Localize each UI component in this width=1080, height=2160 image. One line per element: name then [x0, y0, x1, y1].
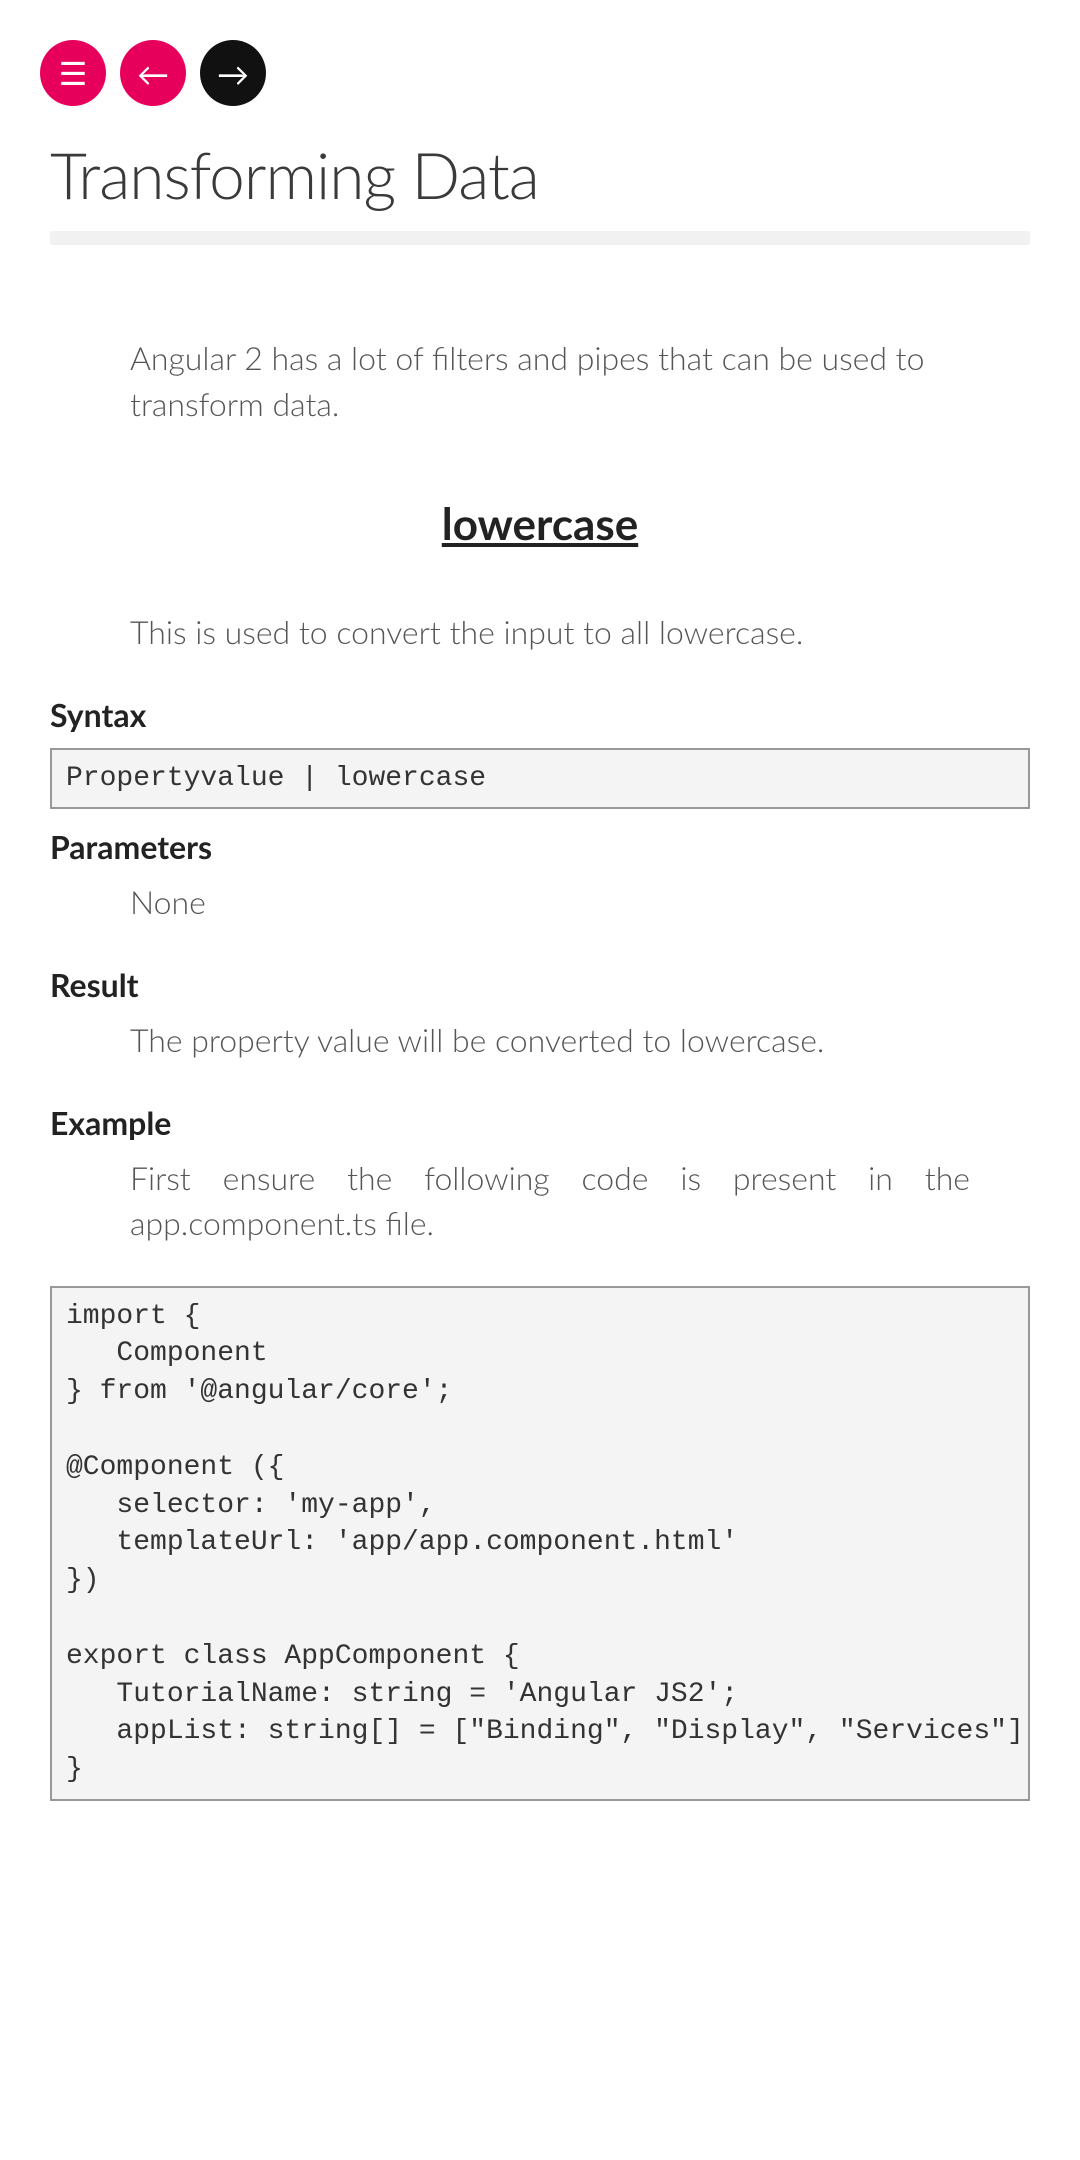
result-text: The property value will be converted to … [130, 1018, 970, 1063]
page-title: Transforming Data [50, 136, 1030, 213]
content: Angular 2 has a lot of filters and pipes… [0, 335, 1080, 1801]
syntax-label: Syntax [50, 695, 1030, 734]
example-label: Example [50, 1103, 1030, 1142]
menu-button[interactable]: ☰ [40, 40, 106, 106]
example-text: First ensure the following code is prese… [130, 1156, 970, 1246]
prev-button[interactable]: ← [120, 40, 186, 106]
result-label: Result [50, 965, 1030, 1004]
arrow-right-icon: → [217, 54, 249, 93]
nav-row: ☰ ← → [0, 0, 1080, 106]
section-desc: This is used to convert the input to all… [130, 610, 970, 655]
syntax-code: Propertyvalue | lowercase [50, 748, 1030, 810]
intro-text: Angular 2 has a lot of filters and pipes… [130, 335, 970, 428]
parameters-text: None [130, 880, 970, 925]
title-rule [50, 231, 1030, 245]
next-button[interactable]: → [200, 40, 266, 106]
section-heading-lowercase: lowercase [50, 498, 1030, 550]
parameters-label: Parameters [50, 827, 1030, 866]
example-code: import { Component } from '@angular/core… [50, 1286, 1030, 1801]
menu-icon: ☰ [59, 53, 88, 93]
arrow-left-icon: ← [137, 54, 169, 93]
